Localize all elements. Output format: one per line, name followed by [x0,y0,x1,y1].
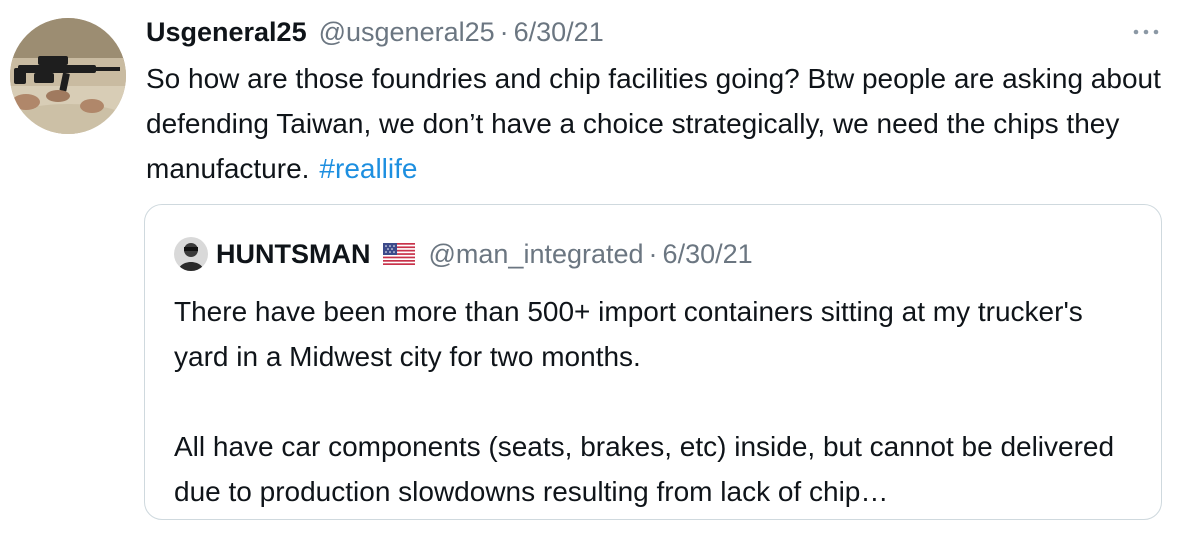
quoted-author-display-name[interactable]: HUNTSMAN [216,239,371,270]
quoted-tweet-header: HUNTSMAN @man_integrated · 6/30/21 [174,231,753,277]
quoted-tweet-date[interactable]: 6/30/21 [663,239,753,270]
author-avatar[interactable] [10,18,126,134]
author-display-name[interactable]: Usgeneral25 [146,12,307,52]
tweet-header: Usgeneral25 @usgeneral25 · 6/30/21 [146,12,604,52]
us-flag-icon [382,243,415,265]
quoted-tweet-card[interactable]: HUNTSMAN @man_integrated · 6/30/21 There… [144,204,1162,520]
tweet-date[interactable]: 6/30/21 [514,12,604,52]
quoted-separator-dot: · [648,238,658,269]
quoted-tweet-body: There have been more than 500+ import co… [174,289,1134,514]
tweet-text: So how are those foundries and chip faci… [146,63,1161,184]
separator-dot: · [499,17,509,47]
hashtag-link[interactable]: #reallife [319,153,417,184]
quoted-tweet-paragraph: There have been more than 500+ import co… [174,296,1083,372]
tweet-body: So how are those foundries and chip faci… [146,56,1176,191]
quoted-tweet-paragraph: All have car components (seats, brakes, … [174,431,1115,507]
quoted-author-avatar[interactable] [174,237,208,271]
more-options-icon[interactable] [1126,22,1166,42]
quoted-author-handle[interactable]: @man_integrated [429,239,644,270]
author-handle[interactable]: @usgeneral25 [319,12,495,52]
